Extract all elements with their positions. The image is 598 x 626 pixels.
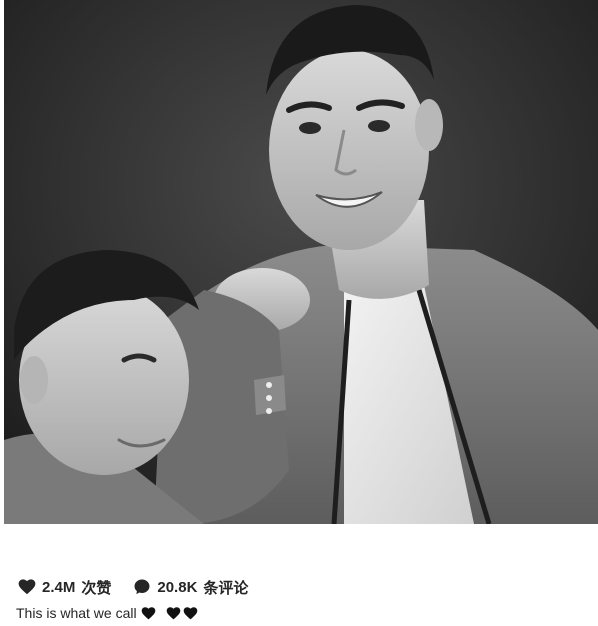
photo-illustration xyxy=(4,0,598,524)
black-heart-icon xyxy=(166,606,180,619)
post-photo[interactable] xyxy=(4,0,598,524)
comment-bubble-icon[interactable] xyxy=(133,578,151,596)
engagement-stats: 2.4M 次赞 20.8K 条评论 xyxy=(18,576,248,598)
post-card: 2.4M 次赞 20.8K 条评论 This is what we call xyxy=(0,0,598,626)
heart-icon[interactable] xyxy=(18,579,36,595)
black-heart-icon xyxy=(183,606,197,619)
like-count[interactable]: 2.4M xyxy=(42,579,75,596)
caption-text: This is what we call xyxy=(16,605,137,621)
caption-hearts xyxy=(141,606,198,620)
comment-count[interactable]: 20.8K xyxy=(157,579,197,596)
like-label[interactable]: 次赞 xyxy=(81,577,111,598)
post-caption: This is what we call xyxy=(16,603,198,623)
comment-label[interactable]: 条评论 xyxy=(203,577,248,598)
black-heart-icon xyxy=(141,606,155,619)
